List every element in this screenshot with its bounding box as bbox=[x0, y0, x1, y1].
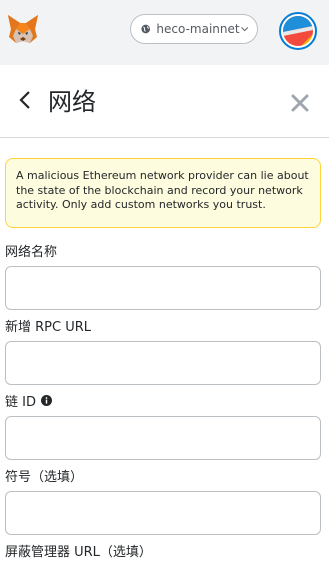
page-title: 网络 bbox=[48, 88, 96, 116]
chevron-left-icon[interactable] bbox=[18, 90, 32, 110]
symbol-label: 符号（选填） bbox=[5, 466, 83, 485]
info-icon[interactable] bbox=[40, 395, 52, 406]
network-name-label-text: 网络名称 bbox=[5, 245, 58, 260]
metamask-fox-icon[interactable] bbox=[6, 12, 40, 46]
globe-icon bbox=[141, 24, 151, 34]
symbol-input[interactable] bbox=[5, 491, 321, 535]
chain-id-label: 链 ID bbox=[5, 391, 52, 410]
rpc-url-input[interactable] bbox=[5, 341, 321, 385]
network-name: heco-mainnet bbox=[156, 22, 240, 36]
chevron-down-icon bbox=[240, 27, 248, 32]
rpc-url-label: 新增 RPC URL bbox=[5, 316, 91, 335]
network-name-input[interactable] bbox=[5, 266, 321, 310]
block-explorer-url-label-text: 屏蔽管理器 URL（选填） bbox=[5, 545, 152, 560]
avatar-identicon bbox=[283, 16, 313, 46]
account-avatar[interactable] bbox=[279, 12, 317, 50]
custom-network-warning: A malicious Ethereum network provider ca… bbox=[5, 158, 321, 228]
chain-id-label-text: 链 ID bbox=[5, 395, 36, 410]
warning-text: A malicious Ethereum network provider ca… bbox=[16, 169, 309, 211]
block-explorer-url-label: 屏蔽管理器 URL（选填） bbox=[5, 541, 152, 560]
network-name-label: 网络名称 bbox=[5, 241, 57, 260]
network-selector[interactable]: heco-mainnet bbox=[130, 14, 258, 44]
symbol-label-text: 符号（选填） bbox=[5, 470, 84, 485]
chain-id-input[interactable] bbox=[5, 416, 321, 460]
close-icon[interactable] bbox=[291, 94, 309, 112]
rpc-url-label-text: 新增 RPC URL bbox=[5, 320, 92, 335]
